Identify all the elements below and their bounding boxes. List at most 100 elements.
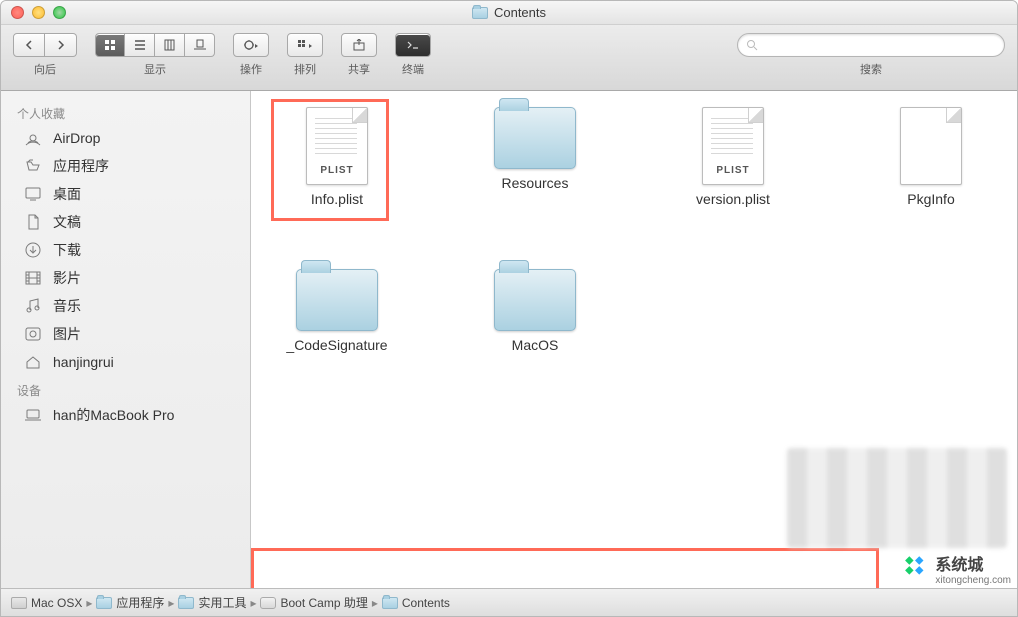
watermark-brand: 系统城 — [935, 551, 1011, 575]
action-button[interactable] — [233, 33, 269, 57]
sidebar-item-label: 应用程序 — [53, 156, 109, 176]
file-name: version.plist — [696, 191, 770, 207]
share-label: 共享 — [348, 61, 370, 77]
path-label: 应用程序 — [116, 594, 164, 611]
file-item[interactable]: Resources — [465, 107, 605, 207]
folder-icon — [494, 107, 576, 169]
folder-icon — [494, 269, 576, 331]
watermark: 系统城 xitongcheng.com — [901, 551, 1011, 586]
close-button[interactable] — [11, 6, 24, 19]
sidebar-item-label: 影片 — [53, 268, 81, 288]
documents-icon — [23, 212, 43, 232]
sidebar-item[interactable]: 音乐 — [1, 292, 250, 320]
sidebar-item[interactable]: 影片 — [1, 264, 250, 292]
airdrop-icon — [23, 128, 43, 148]
sidebar-item[interactable]: AirDrop — [1, 124, 250, 152]
sidebar-item[interactable]: 文稿 — [1, 208, 250, 236]
sidebar-item[interactable]: 应用程序 — [1, 152, 250, 180]
sidebar-item-label: AirDrop — [53, 130, 100, 146]
search-icon — [746, 39, 758, 51]
sidebar-item-label: hanjingrui — [53, 354, 114, 370]
list-view-button[interactable] — [125, 33, 155, 57]
file-item[interactable]: MacOS — [465, 269, 605, 353]
back-button[interactable] — [13, 33, 45, 57]
search-label: 搜索 — [860, 61, 882, 77]
pathbar-highlight — [251, 548, 879, 588]
arrange-label: 排列 — [294, 61, 316, 77]
icon-view-button[interactable] — [95, 33, 125, 57]
laptop-icon — [23, 405, 43, 425]
chevron-right-icon: ▸ — [250, 596, 256, 610]
chevron-right-icon: ▸ — [168, 596, 174, 610]
sidebar-item[interactable]: 下载 — [1, 236, 250, 264]
file-item[interactable]: _CodeSignature — [267, 269, 407, 353]
view-label: 显示 — [144, 61, 166, 77]
file-name: MacOS — [512, 337, 559, 353]
sidebar-item[interactable]: 图片 — [1, 320, 250, 348]
file-name: Info.plist — [311, 191, 363, 207]
sidebar-item-label: 图片 — [53, 324, 81, 344]
path-bar[interactable]: Mac OSX▸应用程序▸实用工具▸Boot Camp 助理▸Contents — [1, 588, 1017, 616]
arrange-button[interactable] — [287, 33, 323, 57]
icon-grid: PLIST Info.plist Resources PLIST version.pli… — [251, 91, 1017, 369]
pictures-icon — [23, 324, 43, 344]
share-button[interactable] — [341, 33, 377, 57]
forward-button[interactable] — [45, 33, 77, 57]
finder-window: Contents 向后 显示 操作 排列 — [0, 0, 1018, 617]
folder-icon — [96, 597, 112, 609]
minimize-button[interactable] — [32, 6, 45, 19]
file-item[interactable]: PkgInfo — [861, 107, 1001, 207]
path-segment[interactable]: Contents — [382, 596, 450, 610]
file-icon: PLIST — [306, 107, 368, 185]
zoom-button[interactable] — [53, 6, 66, 19]
toolbar: 向后 显示 操作 排列 共享 终端 — [1, 25, 1017, 91]
desktop-icon — [23, 184, 43, 204]
column-view-button[interactable] — [155, 33, 185, 57]
window-title-text: Contents — [494, 5, 546, 20]
sidebar-item-label: han的MacBook Pro — [53, 405, 174, 425]
sidebar-item[interactable]: 桌面 — [1, 180, 250, 208]
file-name: _CodeSignature — [286, 337, 387, 353]
file-item[interactable]: PLIST Info.plist — [267, 107, 407, 207]
chevron-right-icon: ▸ — [86, 596, 92, 610]
path-label: 实用工具 — [198, 594, 246, 611]
path-segment[interactable]: 应用程序 — [96, 594, 164, 611]
path-segment[interactable]: Mac OSX — [11, 596, 82, 610]
path-label: Boot Camp 助理 — [280, 594, 367, 611]
folder-icon — [472, 7, 488, 19]
titlebar[interactable]: Contents — [1, 1, 1017, 25]
share-group: 共享 — [341, 33, 377, 77]
terminal-label: 终端 — [402, 61, 424, 77]
sidebar-header: 个人收藏 — [1, 99, 250, 124]
search-input[interactable] — [762, 38, 996, 52]
nav-group: 向后 — [13, 33, 77, 77]
path-segment[interactable]: 实用工具 — [178, 594, 246, 611]
content-area[interactable]: PLIST Info.plist Resources PLIST version.pli… — [251, 91, 1017, 588]
censored-area — [787, 448, 1007, 548]
sidebar-item-label: 音乐 — [53, 296, 81, 316]
applications-icon — [23, 156, 43, 176]
action-group: 操作 — [233, 33, 269, 77]
music-icon — [23, 296, 43, 316]
search-field[interactable] — [737, 33, 1005, 57]
coverflow-view-button[interactable] — [185, 33, 215, 57]
file-item[interactable]: PLIST version.plist — [663, 107, 803, 207]
home-icon — [23, 352, 43, 372]
movies-icon — [23, 268, 43, 288]
path-label: Mac OSX — [31, 596, 82, 610]
sidebar-item[interactable]: hanjingrui — [1, 348, 250, 376]
app-icon — [260, 597, 276, 609]
terminal-group: 终端 — [395, 33, 431, 77]
sidebar-item-label: 下载 — [53, 240, 81, 260]
file-icon: PLIST — [702, 107, 764, 185]
file-name: Resources — [502, 175, 569, 191]
path-label: Contents — [402, 596, 450, 610]
file-icon — [900, 107, 962, 185]
path-segment[interactable]: Boot Camp 助理 — [260, 594, 367, 611]
sidebar-item-label: 桌面 — [53, 184, 81, 204]
sidebar-item[interactable]: han的MacBook Pro — [1, 401, 250, 429]
sidebar[interactable]: 个人收藏AirDrop应用程序桌面文稿下载影片音乐图片hanjingrui设备h… — [1, 91, 251, 588]
file-name: PkgInfo — [907, 191, 954, 207]
terminal-button[interactable] — [395, 33, 431, 57]
nav-label: 向后 — [34, 61, 56, 77]
